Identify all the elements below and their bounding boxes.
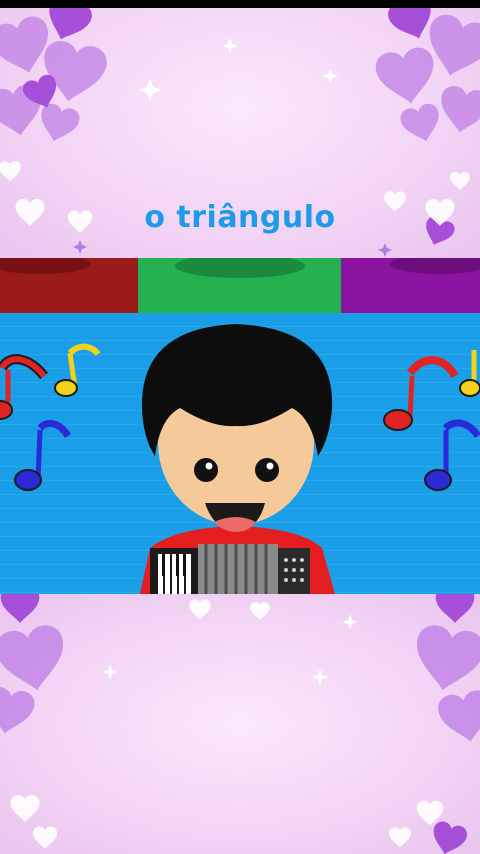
bottom-decorative-panel <box>0 594 480 854</box>
music-note-yellow-right-icon <box>459 350 480 397</box>
accordion-icon <box>150 544 310 594</box>
shadow-green <box>175 258 305 278</box>
music-note-red-right-icon <box>383 356 459 431</box>
shadow-purple <box>390 258 480 274</box>
music-note-yellow-left-icon <box>54 343 101 397</box>
music-note-blue-left-icon <box>14 420 72 491</box>
status-strip <box>0 0 480 8</box>
video-frame[interactable] <box>0 258 480 594</box>
music-note-blue-right-icon <box>424 419 480 491</box>
hearts-decoration-bottom <box>0 594 480 854</box>
caption-text: o triângulo <box>144 200 336 235</box>
music-note-red-left-icon <box>0 354 48 420</box>
shadow-red <box>0 258 90 274</box>
cartoon-scene <box>0 258 480 594</box>
